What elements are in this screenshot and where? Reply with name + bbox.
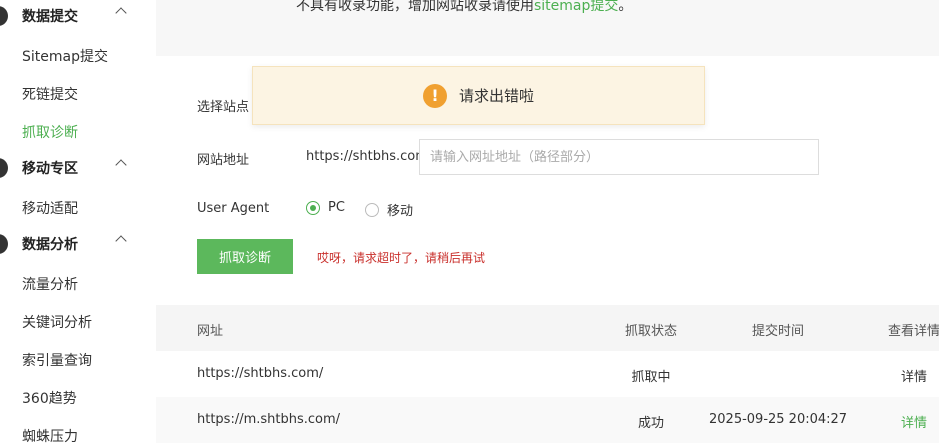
row-time: 2025-09-25 20:04:27 [709,412,848,427]
url-label: 网站地址 [197,153,250,168]
url-input[interactable] [419,139,819,175]
sidebar-group-mobile[interactable]: 移动专区 [0,149,156,187]
site-select-label: 选择站点 [197,100,250,115]
top-note: 不具有收录功能，增加网站收录请使用sitemap提交。 [296,0,632,15]
chevron-up-icon [115,7,127,19]
sidebar-item-traffic[interactable]: 流量分析 [22,274,78,294]
table-row: https://m.shtbhs.com/ 成功 2025-09-25 20:0… [156,397,939,443]
sidebar-item-mobile-adapt[interactable]: 移动适配 [22,198,78,218]
sidebar-item-sitemap[interactable]: Sitemap提交 [22,46,108,66]
ua-radio-pc[interactable]: PC [306,200,345,215]
chevron-up-icon [115,235,127,247]
error-message: 哎呀，请求超时了，请稍后再试 [317,251,486,265]
table-header: 网址 抓取状态 提交时间 查看详情 [156,305,939,351]
row-detail-link[interactable]: 详情 [879,366,939,385]
ua-radio-pc-label: PC [328,200,345,215]
crawl-diagnosis-button[interactable]: 抓取诊断 [197,239,293,274]
mobile-zone-icon [0,158,8,178]
sidebar-group-label: 数据分析 [22,237,78,253]
radio-checked-icon [306,200,320,215]
radio-unchecked-icon [365,202,379,217]
sidebar-item-360-trend[interactable]: 360趋势 [22,388,77,408]
header-url: 网址 [197,324,224,339]
sidebar-group-data-analysis[interactable]: 数据分析 [0,225,156,263]
ua-radio-mobile[interactable]: 移动 [365,200,413,219]
sidebar-item-dead-link[interactable]: 死链提交 [22,84,78,104]
sidebar-item-keywords[interactable]: 关键词分析 [22,312,92,332]
toast-text: 请求出错啦 [458,87,534,105]
header-status: 抓取状态 [624,324,677,339]
row-url: https://m.shtbhs.com/ [197,412,341,427]
top-note-text: 不具有收录功能，增加网站收录请使用 [296,0,534,14]
row-status: 成功 [637,416,664,431]
error-toast: ! 请求出错啦 [252,66,705,125]
sidebar-item-spider-pressure[interactable]: 蜘蛛压力 [22,426,78,446]
sidebar: 数据提交 Sitemap提交 死链提交 抓取诊断 移动专区 移动适配 数据分析 … [0,0,156,448]
top-note-suffix: 。 [618,0,633,14]
ua-radio-mobile-label: 移动 [387,204,414,219]
warning-icon: ! [422,83,447,108]
table-row: https://shtbhs.com/ 抓取中 详情 [156,351,939,397]
data-submit-icon [0,6,8,26]
results-table: 网址 抓取状态 提交时间 查看详情 https://shtbhs.com/ 抓取… [156,305,939,448]
data-analysis-icon [0,234,8,254]
url-prefix: https://shtbhs.com/ [306,149,433,164]
sidebar-group-label: 移动专区 [22,161,78,177]
sidebar-group-data-submit[interactable]: 数据提交 [0,0,156,35]
sidebar-item-crawl-diagnosis[interactable]: 抓取诊断 [22,122,78,142]
row-status: 抓取中 [631,370,671,385]
chevron-up-icon [115,159,127,171]
row-detail-link[interactable]: 详情 [879,412,939,431]
top-note-panel: 不具有收录功能，增加网站收录请使用sitemap提交。 [156,0,939,56]
row-url: https://shtbhs.com/ [197,366,324,381]
sidebar-item-index[interactable]: 索引量查询 [22,350,92,370]
header-time: 提交时间 [751,324,804,339]
sitemap-link[interactable]: sitemap提交 [534,0,618,14]
sidebar-group-label: 数据提交 [22,9,78,25]
user-agent-label: User Agent [197,201,270,216]
header-detail: 查看详情 [887,324,939,339]
